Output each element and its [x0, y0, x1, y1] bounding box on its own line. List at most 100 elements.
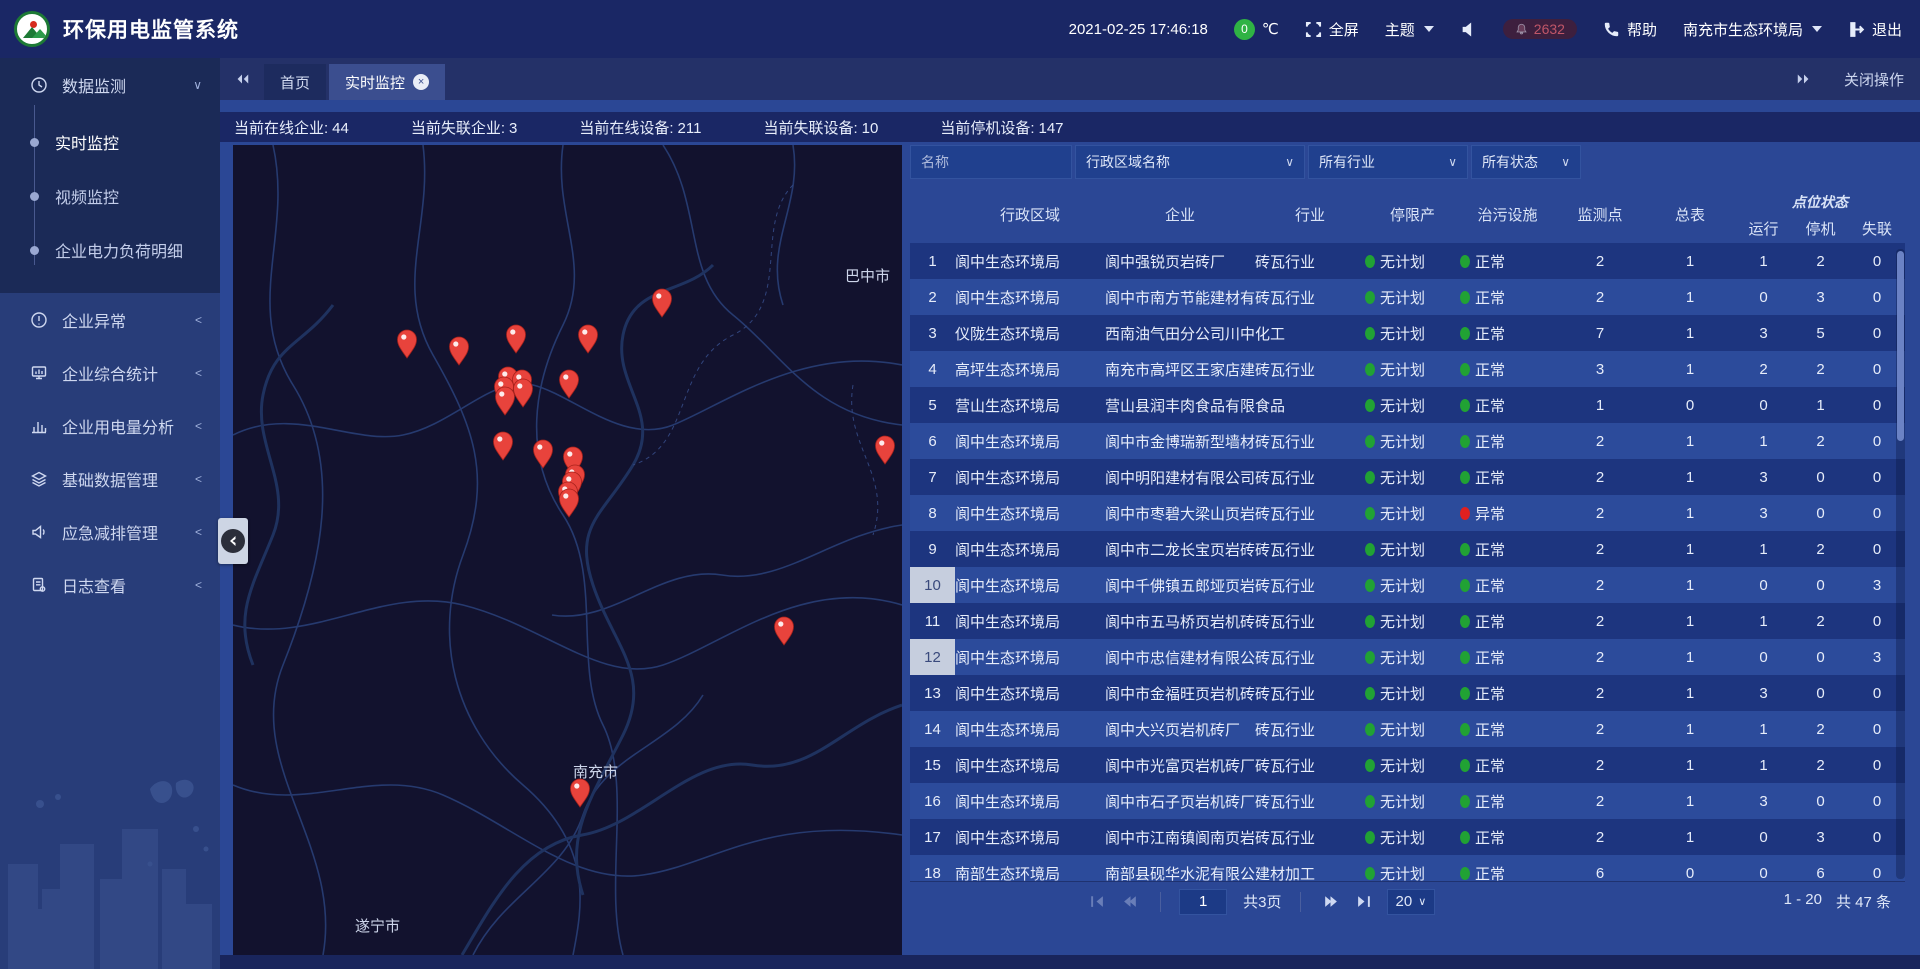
page-size-select[interactable]: 20 ∨ [1387, 889, 1436, 915]
table-row[interactable]: 18南部生态环境局南部县砚华水泥有限公建材加工无计划正常60060 [910, 855, 1905, 881]
table-row[interactable]: 9阆中生态环境局阆中市二龙长宝页岩砖砖瓦行业无计划正常21120 [910, 531, 1905, 567]
map-pin-icon[interactable] [398, 330, 417, 358]
table-row[interactable]: 2阆中生态环境局阆中市南方节能建材有砖瓦行业无计划正常21030 [910, 279, 1905, 315]
map-pin-icon[interactable] [775, 617, 794, 645]
table-row[interactable]: 10阆中生态环境局阆中千佛镇五郎垭页岩砖瓦行业无计划正常21003 [910, 567, 1905, 603]
status-select-value: 所有状态 [1482, 152, 1538, 172]
cell-monitor: 2 [1555, 423, 1645, 459]
table-row[interactable]: 15阆中生态环境局阆中市光富页岩机砖厂砖瓦行业无计划正常21120 [910, 747, 1905, 783]
status-label: 正常 [1475, 683, 1505, 704]
industry-select[interactable]: 所有行业 ∨ [1308, 145, 1468, 179]
table-row[interactable]: 1阆中生态环境局阆中强锐页岩砖厂砖瓦行业无计划正常21120 [910, 243, 1905, 279]
sidebar-item-数据监测[interactable]: 数据监测∨ [0, 58, 220, 111]
sidebar-item-实时监控[interactable]: 实时监控 [0, 115, 220, 169]
cell-region: 阆中生态环境局 [955, 423, 1105, 459]
table-row[interactable]: 7阆中生态环境局阆中明阳建材有限公司砖瓦行业无计划正常21300 [910, 459, 1905, 495]
table-row[interactable]: 16阆中生态环境局阆中市石子页岩机砖厂砖瓦行业无计划正常21300 [910, 783, 1905, 819]
sidebar-group-6: 日志查看< [0, 558, 220, 611]
fullscreen-button[interactable]: 全屏 [1305, 19, 1359, 40]
table-row[interactable]: 11阆中生态环境局阆中市五马桥页岩机砖砖瓦行业无计划正常21120 [910, 603, 1905, 639]
cell-run: 0 [1735, 567, 1792, 603]
row-index: 2 [910, 279, 955, 315]
map-pin-icon[interactable] [534, 440, 553, 468]
notifications-button[interactable]: 2632 [1503, 19, 1577, 39]
cell-meter: 1 [1645, 819, 1735, 855]
name-search-input[interactable] [910, 145, 1072, 179]
scrollbar-thumb[interactable] [1897, 251, 1904, 441]
table-row[interactable]: 17阆中生态环境局阆中市江南镇阆南页岩砖瓦行业无计划正常21030 [910, 819, 1905, 855]
table-row[interactable]: 8阆中生态环境局阆中市枣碧大梁山页岩砖瓦行业无计划异常21300 [910, 495, 1905, 531]
sidebar-item-基础数据管理[interactable]: 基础数据管理< [0, 452, 220, 505]
map-collapse-button[interactable] [218, 518, 248, 564]
cell-run: 2 [1735, 351, 1792, 387]
cell-company: 南充市高坪区王家店建 [1105, 351, 1255, 387]
cell-limit: 无计划 [1365, 819, 1460, 855]
map-panel[interactable]: 巴中市南充市遂宁市 [233, 145, 902, 955]
table-row[interactable]: 6阆中生态环境局阆中市金博瑞新型墙材砖瓦行业无计划正常21120 [910, 423, 1905, 459]
map-pin-icon[interactable] [560, 370, 579, 398]
status-dot-green [1365, 543, 1375, 556]
org-dropdown[interactable]: 南充市生态环境局 [1683, 19, 1822, 40]
logout-button[interactable]: 退出 [1848, 19, 1902, 40]
tabs-scroll-left-button[interactable] [220, 58, 264, 100]
tab-close-icon[interactable]: × [413, 74, 429, 90]
theme-dropdown[interactable]: 主题 [1385, 19, 1434, 40]
page-number-input[interactable] [1179, 889, 1227, 915]
help-label: 帮助 [1627, 19, 1657, 40]
cell-region: 阆中生态环境局 [955, 459, 1105, 495]
status-select[interactable]: 所有状态 ∨ [1471, 145, 1581, 179]
last-page-button[interactable] [1353, 890, 1377, 914]
first-page-button[interactable] [1084, 890, 1108, 914]
cell-monitor: 1 [1555, 387, 1645, 423]
tabs-scroll-right-button[interactable] [1782, 58, 1826, 100]
map-pin-icon[interactable] [496, 387, 515, 415]
cell-meter: 1 [1645, 531, 1735, 567]
table-row[interactable]: 5营山生态环境局营山县润丰肉食品有限食品无计划正常10010 [910, 387, 1905, 423]
region-select[interactable]: 行政区域名称 ∨ [1075, 145, 1305, 179]
tab-realtime[interactable]: 实时监控 × [329, 64, 445, 100]
table-row[interactable]: 12阆中生态环境局阆中市忠信建材有限公砖瓦行业无计划正常21003 [910, 639, 1905, 675]
cell-monitor: 2 [1555, 603, 1645, 639]
sidebar-item-企业用电量分析[interactable]: 企业用电量分析< [0, 399, 220, 452]
map-pin-icon[interactable] [450, 337, 469, 365]
sidebar-item-应急减排管理[interactable]: 应急减排管理< [0, 505, 220, 558]
bottom-bar [220, 955, 1920, 969]
tab-list: 首页实时监控 × [264, 58, 448, 100]
cell-facility: 异常 [1460, 495, 1555, 531]
sidebar-item-日志查看[interactable]: 日志查看< [0, 558, 220, 611]
tab-label: 实时监控 [345, 72, 405, 93]
close-operations-button[interactable]: 关闭操作 [1844, 69, 1904, 90]
cell-meter: 1 [1645, 459, 1735, 495]
next-page-button[interactable] [1319, 890, 1343, 914]
table-row[interactable]: 13阆中生态环境局阆中市金福旺页岩机砖砖瓦行业无计划正常21300 [910, 675, 1905, 711]
table-row[interactable]: 3仪陇生态环境局西南油气田分公司川中化工无计划正常71350 [910, 315, 1905, 351]
map-pin-icon[interactable] [653, 289, 672, 317]
map-pin-icon[interactable] [571, 779, 590, 807]
cell-limit: 无计划 [1365, 315, 1460, 351]
status-dot-green [1365, 471, 1375, 484]
sidebar-subitem-label: 视频监控 [55, 184, 119, 208]
sidebar-group-5: 应急减排管理< [0, 505, 220, 558]
sidebar-item-企业综合统计[interactable]: 企业综合统计< [0, 346, 220, 399]
help-button[interactable]: 帮助 [1603, 19, 1657, 40]
status-dot-green [1460, 651, 1470, 664]
map-pin-icon[interactable] [507, 325, 526, 353]
sound-button[interactable] [1460, 21, 1477, 38]
tab-home[interactable]: 首页 [264, 64, 326, 100]
status-dot-green [1460, 291, 1470, 304]
prev-page-button[interactable] [1118, 890, 1142, 914]
enterprise-table: 行政区域企业行业停限产治污设施监测点总表点位状态运行停机失联 1阆中生态环境局阆… [910, 185, 1905, 881]
map-pin-icon[interactable] [579, 325, 598, 353]
map-pin-icon[interactable] [514, 379, 533, 407]
map-pin-icon[interactable] [494, 432, 513, 460]
cell-region: 阆中生态环境局 [955, 819, 1105, 855]
table-row[interactable]: 4高坪生态环境局南充市高坪区王家店建砖瓦行业无计划正常31220 [910, 351, 1905, 387]
sidebar-item-企业电力负荷明细[interactable]: 企业电力负荷明细 [0, 223, 220, 277]
map-pin-icon[interactable] [876, 436, 895, 464]
bullet-dot-icon [30, 192, 39, 201]
table-row[interactable]: 14阆中生态环境局阆中大兴页岩机砖厂砖瓦行业无计划正常21120 [910, 711, 1905, 747]
city-label-遂宁市: 遂宁市 [355, 918, 400, 935]
sidebar-item-视频监控[interactable]: 视频监控 [0, 169, 220, 223]
sidebar-item-企业异常[interactable]: 企业异常< [0, 293, 220, 346]
cell-meter: 1 [1645, 423, 1735, 459]
